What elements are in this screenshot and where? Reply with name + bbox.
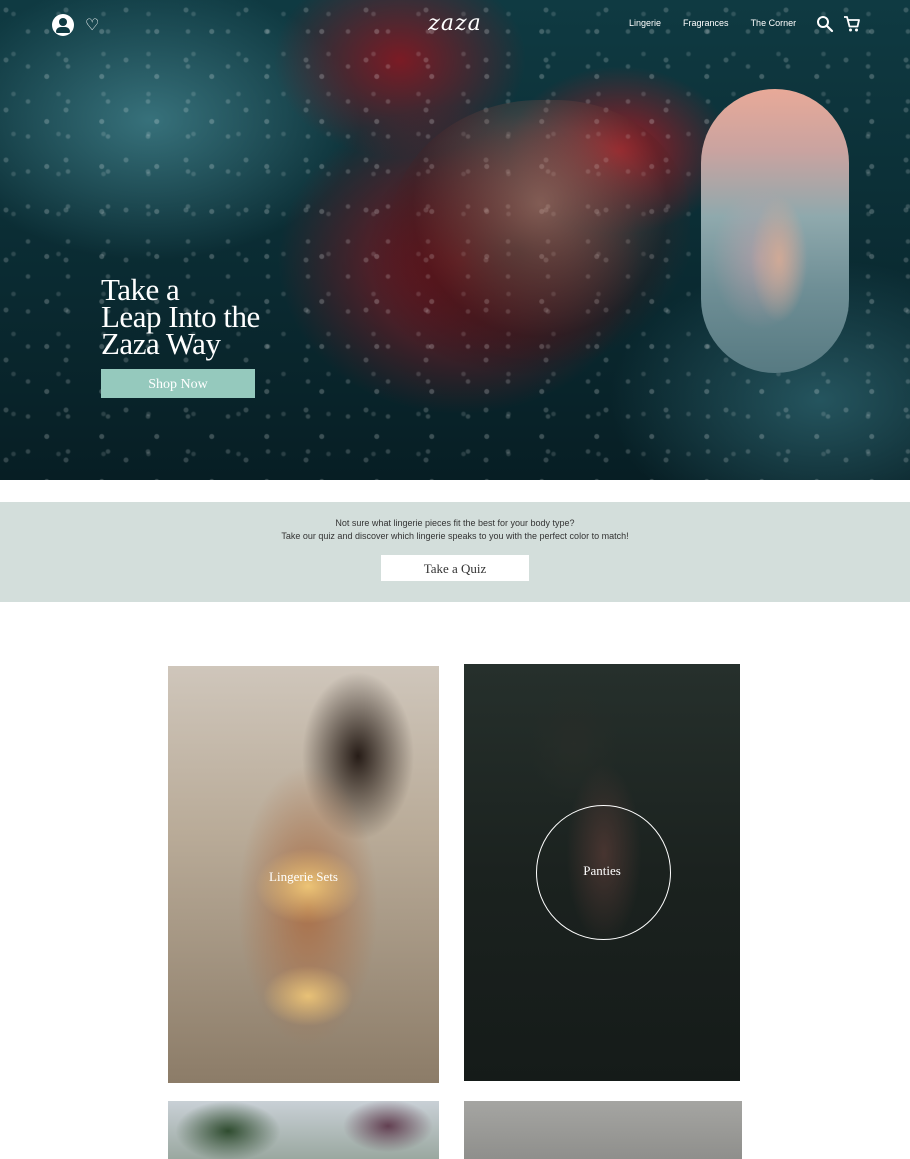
heart-icon[interactable]: ♡ (85, 14, 99, 36)
hero-title-line-3: Zaza Way (101, 326, 221, 361)
quiz-prompt-line-2: Take our quiz and discover which lingeri… (281, 531, 629, 541)
category-card-panties[interactable]: Panties (464, 664, 740, 1081)
category-label-lingerie-sets: Lingerie Sets (269, 869, 338, 884)
category-label-panties: Panties (583, 863, 621, 878)
quiz-banner: Not sure what lingerie pieces fit the be… (0, 502, 910, 602)
category-card-4[interactable] (464, 1101, 742, 1159)
nav-link-fragrances[interactable]: Fragrances (683, 18, 729, 28)
account-icon[interactable] (52, 14, 74, 36)
search-icon[interactable] (815, 14, 835, 34)
top-nav: ♡ zaza Lingerie Fragrances The Corner (0, 0, 910, 50)
quiz-prompt-line-1: Not sure what lingerie pieces fit the be… (335, 518, 575, 528)
brand-logo[interactable]: zaza (410, 11, 500, 36)
main-nav-links: Lingerie Fragrances The Corner (629, 18, 796, 28)
hero-model-image (390, 100, 690, 360)
hero-title: Take a Leap Into the Zaza Way (101, 274, 341, 361)
cart-icon[interactable] (842, 14, 862, 34)
nav-link-the-corner[interactable]: The Corner (751, 18, 797, 28)
shop-now-button[interactable]: Shop Now (101, 369, 255, 398)
hero-oval-image (701, 89, 849, 373)
hero-banner: ♡ zaza Lingerie Fragrances The Corner Ta… (0, 0, 910, 480)
take-quiz-button[interactable]: Take a Quiz (381, 555, 529, 581)
category-card-3[interactable] (168, 1101, 439, 1159)
category-card-lingerie-sets[interactable]: Lingerie Sets (168, 666, 439, 1083)
nav-link-lingerie[interactable]: Lingerie (629, 18, 661, 28)
